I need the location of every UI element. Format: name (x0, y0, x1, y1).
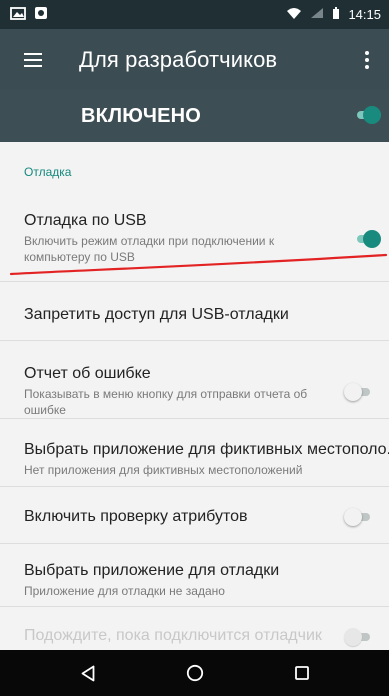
divider (0, 340, 389, 341)
status-bar: 14:15 (0, 0, 389, 29)
setting-mock-location-app[interactable]: Выбрать приложение для фиктивных местопо… (24, 440, 389, 478)
setting-bug-report[interactable]: Отчет об ошибке Показывать в меню кнопку… (24, 364, 339, 418)
more-vertical-icon[interactable] (357, 50, 375, 70)
wait-for-debugger-title: Подождите, пока подключится отладчик (24, 627, 322, 644)
bug-report-toggle[interactable] (344, 383, 370, 401)
section-debugging-label: Отладка (24, 165, 72, 179)
master-toggle-thumb (363, 106, 381, 124)
status-time: 14:15 (348, 7, 381, 22)
divider (0, 486, 389, 487)
hamburger-icon[interactable] (24, 52, 42, 67)
developer-options-master-switch-row[interactable]: ВКЛЮЧЕНО (0, 90, 389, 142)
divider (0, 606, 389, 607)
attribute-inspection-title: Включить проверку атрибутов (24, 508, 248, 525)
debug-app-title: Выбрать приложение для отладки (24, 562, 280, 579)
divider (0, 281, 389, 282)
bug-report-toggle-thumb (344, 383, 362, 401)
page-title: Для разработчиков (79, 46, 278, 72)
wifi-icon (286, 7, 302, 22)
bug-report-subtitle: Показывать в меню кнопку для отправки от… (24, 387, 308, 417)
settings-list: Отладка Отладка по USB Включить режим от… (0, 142, 389, 650)
setting-wait-for-debugger: Подождите, пока подключится отладчик (24, 626, 374, 645)
android-settings-screen: 14:15 Для разработчиков ВКЛЮЧЕНО Отладка… (0, 0, 389, 696)
status-left-icons (10, 6, 48, 23)
attribute-inspection-toggle[interactable] (344, 508, 370, 526)
overview-button[interactable] (277, 656, 327, 690)
status-right-icons: 14:15 (286, 6, 381, 23)
system-navigation-bar (0, 650, 389, 696)
wait-for-debugger-toggle (344, 628, 370, 646)
overview-icon (294, 666, 309, 680)
notification-icon (34, 6, 48, 23)
setting-revoke-usb-debugging[interactable]: Запретить доступ для USB-отладки (24, 305, 374, 324)
red-underline-annotation (9, 253, 388, 276)
divider (0, 543, 389, 544)
back-icon (81, 665, 94, 681)
attribute-inspection-toggle-thumb (344, 508, 362, 526)
home-button[interactable] (170, 656, 220, 690)
mock-location-app-title: Выбрать приложение для фиктивных местопо… (24, 441, 389, 458)
usb-debugging-title: Отладка по USB (24, 212, 147, 229)
mock-location-app-subtitle: Нет приложения для фиктивных местоположе… (24, 463, 303, 477)
setting-debug-app[interactable]: Выбрать приложение для отладки Приложени… (24, 561, 374, 599)
master-toggle[interactable] (357, 106, 381, 124)
bug-report-title: Отчет об ошибке (24, 365, 151, 382)
revoke-usb-debugging-title: Запретить доступ для USB-отладки (24, 306, 289, 323)
signal-icon (310, 7, 324, 22)
wait-for-debugger-toggle-thumb (344, 628, 362, 646)
master-switch-label: ВКЛЮЧЕНО (81, 104, 202, 127)
divider (0, 418, 389, 419)
image-icon (10, 6, 26, 23)
back-button[interactable] (63, 656, 113, 690)
home-icon (186, 664, 203, 682)
battery-icon (332, 6, 340, 23)
debug-app-subtitle: Приложение для отладки не задано (24, 584, 225, 598)
setting-attribute-inspection[interactable]: Включить проверку атрибутов (24, 507, 374, 526)
app-bar: Для разработчиков (0, 29, 389, 90)
